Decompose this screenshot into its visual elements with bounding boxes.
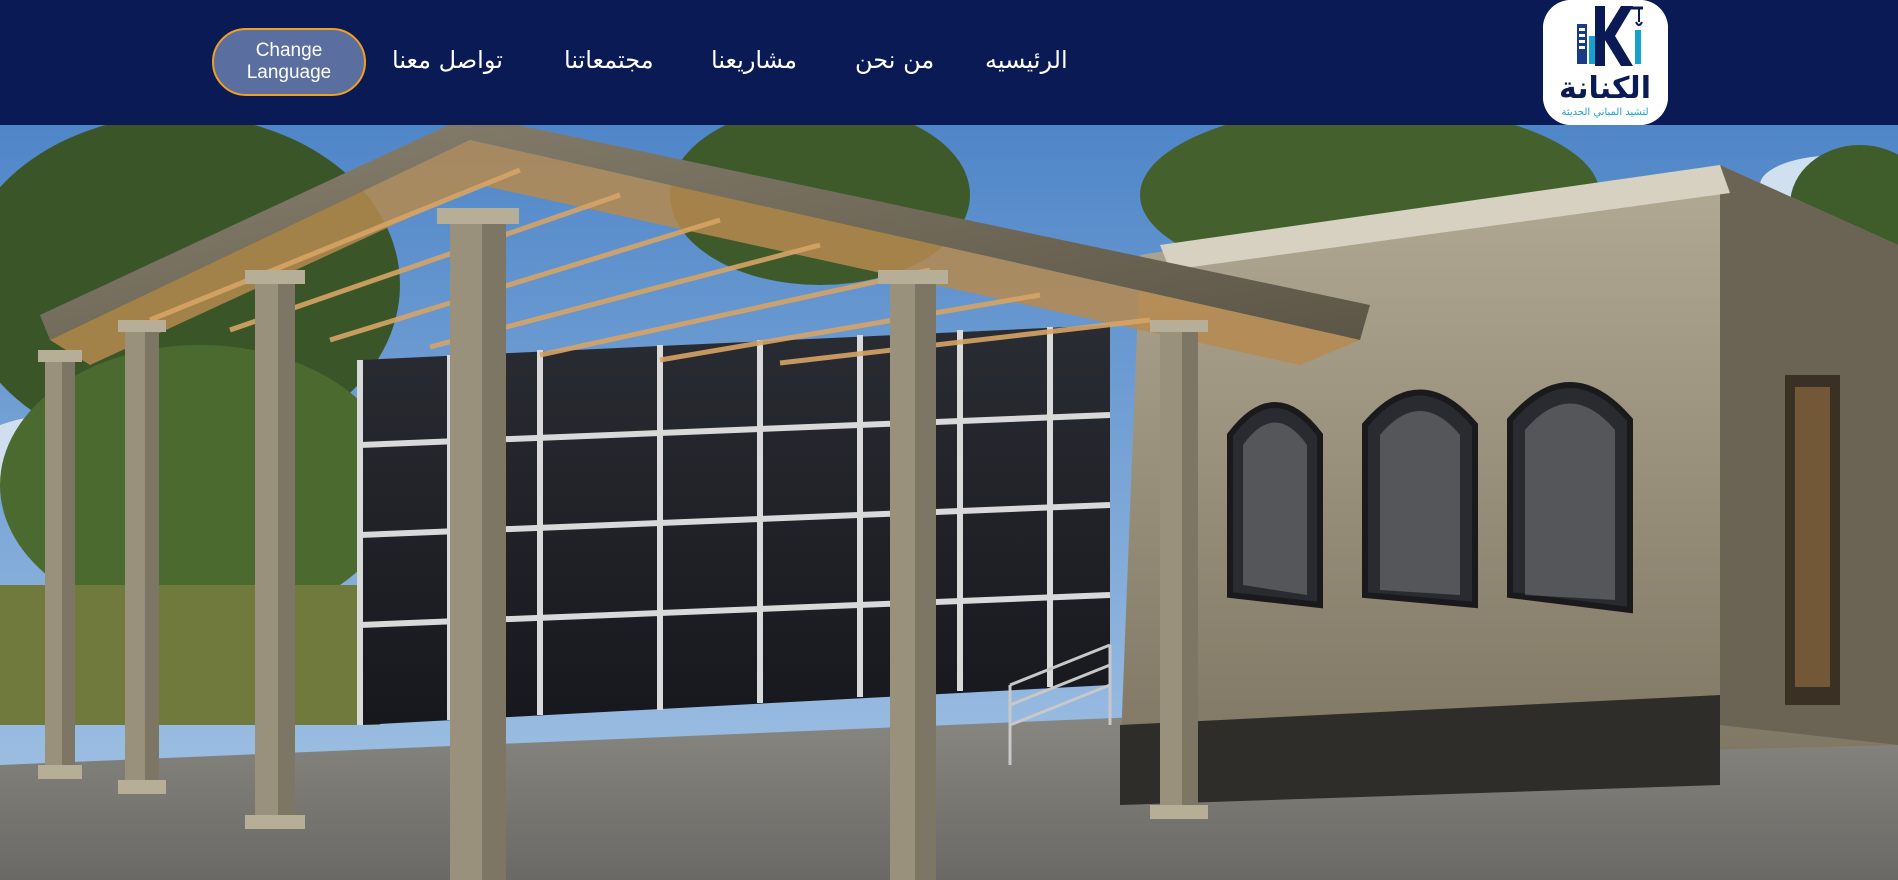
hero-image [0,125,1898,880]
brand-logo[interactable]: الكنانة لتشيد المباني الحديثة [1543,0,1668,125]
building-render-image [0,125,1898,880]
top-navbar: Change Language تواصل معنا مجتمعاتنا مشا… [0,0,1898,125]
nav-item-contact[interactable]: تواصل معنا [392,46,503,74]
nav-item-about[interactable]: من نحن [855,46,934,74]
change-language-label: Change Language [246,40,332,83]
logo-tagline-text: لتشيد المباني الحديثة [1561,107,1648,118]
logo-mark-icon: الكنانة لتشيد المباني الحديثة [1543,0,1668,125]
change-language-button[interactable]: Change Language [212,28,366,96]
logo-brand-text: الكنانة [1559,71,1651,106]
nav-item-home[interactable]: الرئيسيه [985,46,1068,74]
nav-item-projects[interactable]: مشاريعنا [711,46,797,74]
nav-item-communities[interactable]: مجتمعاتنا [564,46,654,74]
